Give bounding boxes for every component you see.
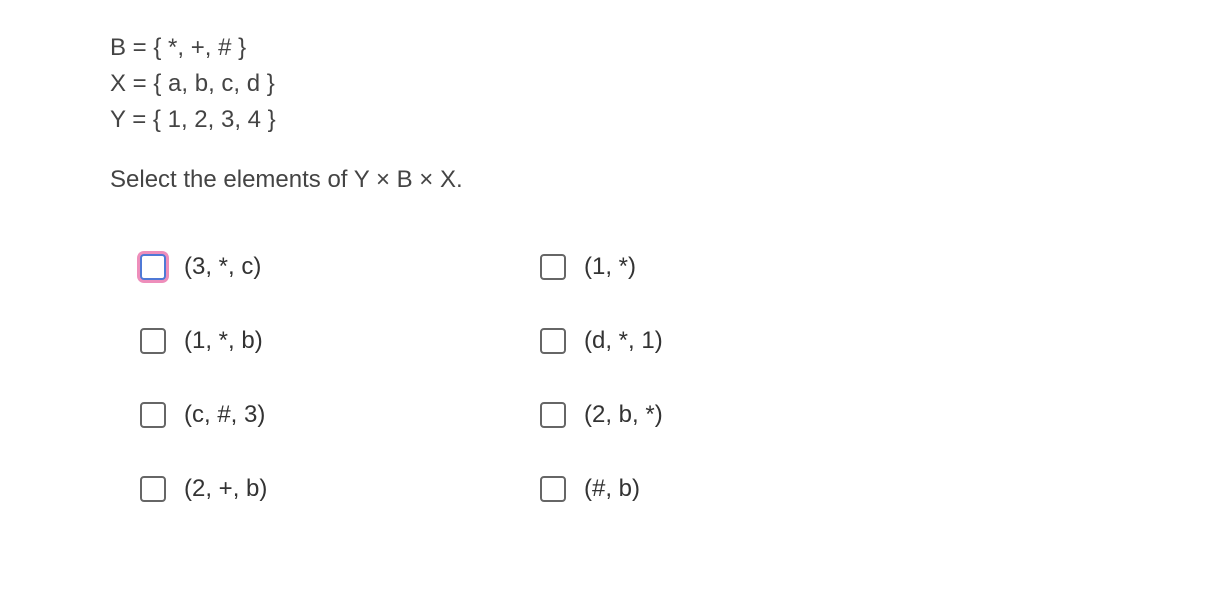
question-container: B = { *, +, # } X = { a, b, c, d } Y = {… [0, 0, 1210, 526]
option-label: (1, *, b) [184, 327, 263, 355]
option-row: (#, b) [540, 452, 940, 526]
option-label: (3, *, c) [184, 253, 261, 281]
option-row: (2, +, b) [140, 452, 540, 526]
checkbox[interactable] [540, 402, 566, 428]
set-B: B = { *, +, # } [110, 30, 1210, 66]
option-label: (#, b) [584, 475, 640, 503]
option-row: (2, b, *) [540, 378, 940, 452]
option-label: (2, b, *) [584, 401, 663, 429]
sets-definition: B = { *, +, # } X = { a, b, c, d } Y = {… [110, 30, 1210, 138]
checkbox[interactable] [140, 402, 166, 428]
option-label: (c, #, 3) [184, 401, 265, 429]
option-row: (1, *, b) [140, 304, 540, 378]
checkbox[interactable] [540, 476, 566, 502]
checkbox[interactable] [140, 254, 166, 280]
option-label: (d, *, 1) [584, 327, 663, 355]
option-row: (c, #, 3) [140, 378, 540, 452]
options-grid: (3, *, c) (1, *) (1, *, b) (d, *, 1) (c,… [140, 230, 1210, 526]
option-row: (1, *) [540, 230, 940, 304]
option-row: (3, *, c) [140, 230, 540, 304]
checkbox[interactable] [140, 328, 166, 354]
question-prompt: Select the elements of Y × B × X. [110, 166, 1210, 194]
option-label: (2, +, b) [184, 475, 267, 503]
checkbox[interactable] [540, 328, 566, 354]
set-X: X = { a, b, c, d } [110, 66, 1210, 102]
option-row: (d, *, 1) [540, 304, 940, 378]
checkbox[interactable] [540, 254, 566, 280]
option-label: (1, *) [584, 253, 636, 281]
checkbox[interactable] [140, 476, 166, 502]
set-Y: Y = { 1, 2, 3, 4 } [110, 102, 1210, 138]
